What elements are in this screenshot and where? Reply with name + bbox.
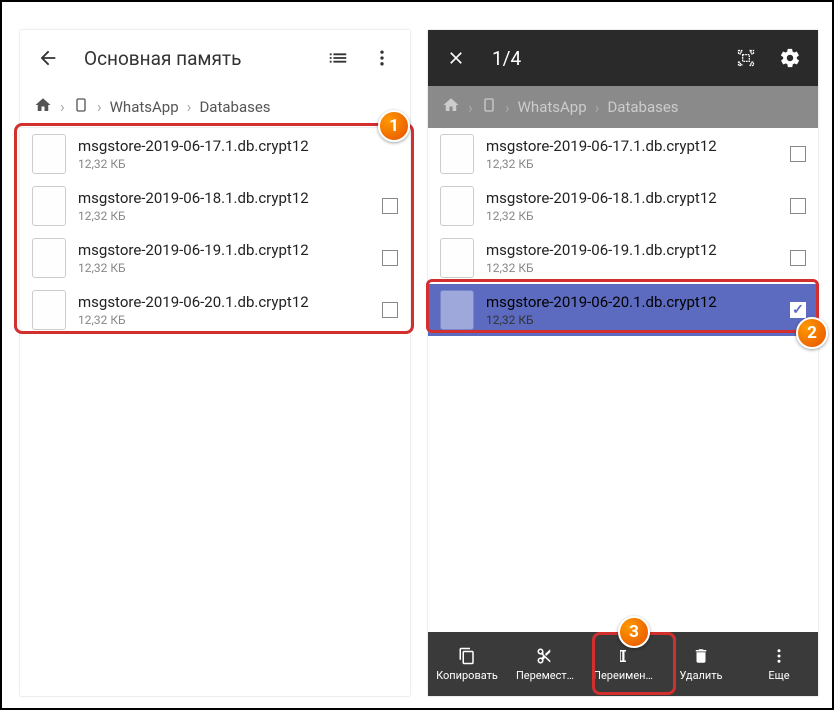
selection-count: 1/4 [480, 47, 722, 70]
file-icon [440, 134, 474, 174]
breadcrumb: › › WhatsApp › Databases [428, 86, 818, 128]
file-item[interactable]: msgstore-2019-06-19.1.db.crypt12 12,32 К… [20, 232, 410, 284]
file-size: 12,32 КБ [486, 157, 778, 171]
toolbar: Основная память [20, 30, 410, 86]
file-name: msgstore-2019-06-18.1.db.crypt12 [486, 189, 778, 207]
rename-button[interactable]: Переимен… [584, 642, 662, 686]
rename-icon [613, 646, 633, 666]
back-button[interactable] [28, 38, 68, 78]
action-label: Удалить [679, 669, 722, 682]
file-icon [440, 238, 474, 278]
chevron-right-icon: › [60, 97, 65, 116]
file-info: msgstore-2019-06-18.1.db.crypt12 12,32 К… [486, 189, 778, 223]
file-manager-screen-browse: Основная память › › WhatsApp › Databases… [20, 30, 410, 696]
action-label: Копировать [436, 669, 498, 682]
more-icon [769, 646, 789, 666]
file-info: msgstore-2019-06-17.1.db.crypt12 12,32 К… [78, 137, 398, 171]
breadcrumb-item: WhatsApp [518, 98, 587, 116]
file-name: msgstore-2019-06-17.1.db.crypt12 [486, 137, 778, 155]
select-all-button[interactable] [726, 38, 766, 78]
file-size: 12,32 КБ [486, 261, 778, 275]
breadcrumb-item: Databases [607, 98, 678, 116]
storage-icon [481, 97, 497, 117]
annotation-badge-1: 1 [378, 110, 410, 142]
annotation-badge-2: 2 [796, 317, 828, 349]
file-icon [440, 290, 474, 330]
file-item[interactable]: msgstore-2019-06-18.1.db.crypt12 12,32 К… [428, 180, 818, 232]
file-size: 12,32 КБ [486, 313, 778, 327]
file-icon [32, 238, 66, 278]
file-name: msgstore-2019-06-20.1.db.crypt12 [486, 293, 778, 311]
copy-icon [457, 646, 477, 666]
file-item[interactable]: msgstore-2019-06-19.1.db.crypt12 12,32 К… [428, 232, 818, 284]
file-icon [32, 134, 66, 174]
more-menu-button[interactable] [362, 38, 402, 78]
file-size: 12,32 КБ [78, 261, 370, 275]
chevron-right-icon: › [595, 98, 600, 117]
file-info: msgstore-2019-06-18.1.db.crypt12 12,32 К… [78, 189, 370, 223]
file-icon [440, 186, 474, 226]
more-button[interactable]: Еще [740, 642, 818, 686]
copy-button[interactable]: Копировать [428, 642, 506, 686]
chevron-right-icon: › [505, 98, 510, 117]
file-info: msgstore-2019-06-20.1.db.crypt12 12,32 К… [78, 293, 370, 327]
storage-icon[interactable] [73, 97, 89, 117]
breadcrumb-item[interactable]: Databases [199, 98, 270, 116]
file-size: 12,32 КБ [78, 209, 370, 223]
file-item[interactable]: msgstore-2019-06-17.1.db.crypt12 12,32 К… [428, 128, 818, 180]
file-info: msgstore-2019-06-19.1.db.crypt12 12,32 К… [486, 241, 778, 275]
annotation-badge-3: 3 [618, 616, 650, 648]
checkbox[interactable] [790, 250, 806, 266]
selection-toolbar: 1/4 [428, 30, 818, 86]
file-list: msgstore-2019-06-17.1.db.crypt12 12,32 К… [20, 128, 410, 696]
chevron-right-icon: › [468, 98, 473, 117]
checkbox[interactable] [790, 146, 806, 162]
breadcrumb[interactable]: › › WhatsApp › Databases [20, 86, 410, 128]
page-title: Основная память [72, 47, 314, 70]
breadcrumb-item[interactable]: WhatsApp [110, 98, 179, 116]
file-name: msgstore-2019-06-17.1.db.crypt12 [78, 137, 398, 155]
view-toggle-button[interactable] [318, 38, 358, 78]
file-icon [32, 290, 66, 330]
home-icon[interactable] [34, 96, 52, 118]
delete-button[interactable]: Удалить [662, 642, 740, 686]
file-name: msgstore-2019-06-19.1.db.crypt12 [78, 241, 370, 259]
file-size: 12,32 КБ [78, 157, 398, 171]
action-label: Перемест… [516, 669, 574, 682]
checkbox[interactable] [382, 302, 398, 318]
file-info: msgstore-2019-06-19.1.db.crypt12 12,32 К… [78, 241, 370, 275]
file-name: msgstore-2019-06-20.1.db.crypt12 [78, 293, 370, 311]
checkbox-checked[interactable] [790, 302, 806, 318]
file-size: 12,32 КБ [486, 209, 778, 223]
file-item[interactable]: msgstore-2019-06-20.1.db.crypt12 12,32 К… [20, 284, 410, 336]
delete-icon [691, 646, 711, 666]
action-label: Переимен… [593, 669, 653, 682]
move-button[interactable]: Перемест… [506, 642, 584, 686]
file-size: 12,32 КБ [78, 313, 370, 327]
checkbox[interactable] [790, 198, 806, 214]
file-item[interactable]: msgstore-2019-06-17.1.db.crypt12 12,32 К… [20, 128, 410, 180]
file-info: msgstore-2019-06-20.1.db.crypt12 12,32 К… [486, 293, 778, 327]
file-list: msgstore-2019-06-17.1.db.crypt12 12,32 К… [428, 128, 818, 632]
checkbox[interactable] [382, 250, 398, 266]
file-item[interactable]: msgstore-2019-06-18.1.db.crypt12 12,32 К… [20, 180, 410, 232]
chevron-right-icon: › [97, 97, 102, 116]
checkbox[interactable] [382, 198, 398, 214]
file-name: msgstore-2019-06-18.1.db.crypt12 [78, 189, 370, 207]
file-icon [32, 186, 66, 226]
home-icon [442, 96, 460, 118]
close-selection-button[interactable] [436, 38, 476, 78]
file-name: msgstore-2019-06-19.1.db.crypt12 [486, 241, 778, 259]
settings-button[interactable] [770, 38, 810, 78]
file-item-selected[interactable]: msgstore-2019-06-20.1.db.crypt12 12,32 К… [428, 284, 818, 336]
cut-icon [535, 646, 555, 666]
file-info: msgstore-2019-06-17.1.db.crypt12 12,32 К… [486, 137, 778, 171]
action-label: Еще [768, 669, 789, 682]
file-manager-screen-selection: 1/4 › › WhatsApp › Databases msgstore-20… [428, 30, 818, 696]
chevron-right-icon: › [187, 97, 192, 116]
